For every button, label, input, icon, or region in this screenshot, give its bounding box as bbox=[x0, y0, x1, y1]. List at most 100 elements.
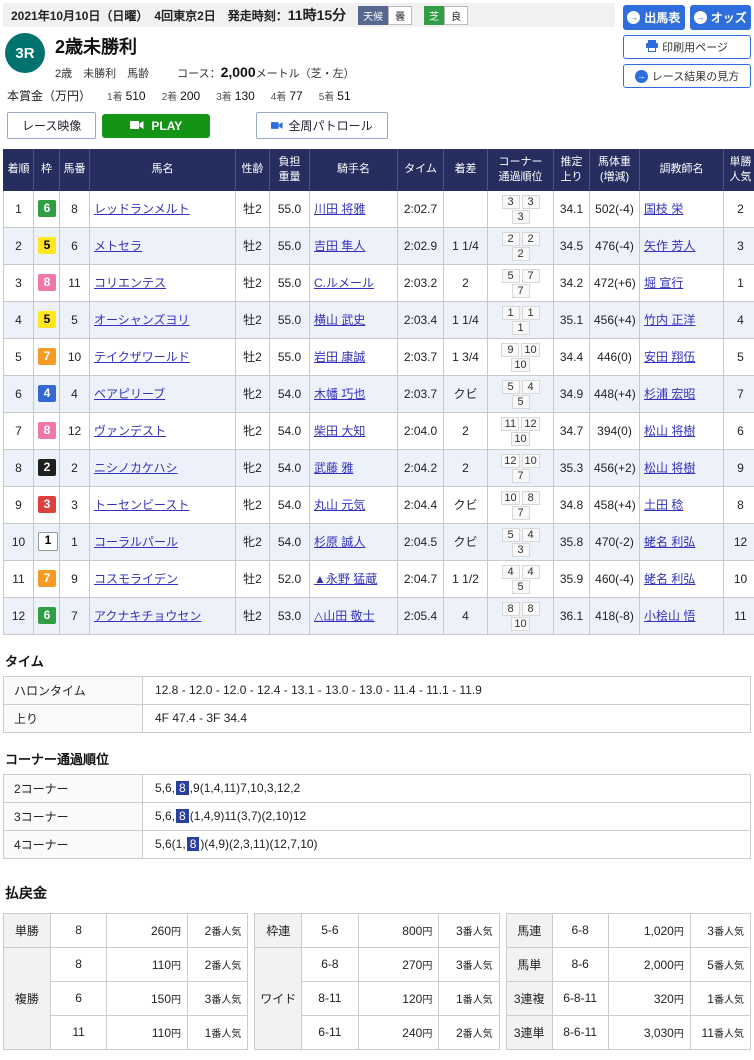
carried-weight: 54.0 bbox=[270, 486, 310, 523]
column-header: 騎手名 bbox=[310, 150, 398, 191]
payout-popularity: 2番人気 bbox=[188, 947, 248, 981]
corner-3-order: 5,6,8(1,4,9)11(3,7)(2,10)12 bbox=[143, 802, 751, 830]
odds-button[interactable]: → オッズ bbox=[690, 5, 752, 30]
results-header-row: 着順枠馬番馬名性齢負担 重量騎手名タイム着差コーナー 通過順位推定 上り馬体重 … bbox=[4, 150, 754, 191]
jockey-link[interactable]: 横山 武史 bbox=[314, 313, 365, 327]
corner-position: 8 bbox=[502, 602, 520, 616]
horse-link[interactable]: テイクザワールド bbox=[94, 350, 190, 364]
horse-number: 9 bbox=[60, 560, 90, 597]
corner-4-label: 4コーナー bbox=[4, 830, 143, 858]
trainer-link[interactable]: 蛯名 利弘 bbox=[644, 572, 695, 586]
race-title: 2歳未勝利 bbox=[55, 33, 355, 59]
corner-positions: 545 bbox=[488, 375, 554, 412]
carried-weight: 55.0 bbox=[270, 190, 310, 227]
horse-link[interactable]: コーラルパール bbox=[94, 535, 178, 549]
margin: 2 bbox=[444, 412, 488, 449]
corner-position: 5 bbox=[502, 269, 520, 283]
horse-link[interactable]: ベアピリーブ bbox=[94, 387, 165, 401]
trainer-link[interactable]: 安田 翔伍 bbox=[644, 350, 695, 364]
corner-2-order: 5,6,8,9(1,4,11)7,10,3,12,2 bbox=[143, 774, 751, 802]
corner-position: 3 bbox=[502, 195, 520, 209]
horse-link[interactable]: アクナキチョウセン bbox=[94, 609, 201, 623]
win-favorite-rank: 1 bbox=[724, 264, 754, 301]
margin: 2 bbox=[444, 264, 488, 301]
patrol-video-button[interactable]: 全周パトロール bbox=[256, 112, 387, 139]
finish-time: 2:04.4 bbox=[398, 486, 444, 523]
result-row: 455オーシャンズヨリ牡255.0横山 武史2:03.41 1/411135.1… bbox=[4, 301, 754, 338]
horse-number: 4 bbox=[60, 375, 90, 412]
jockey-link[interactable]: 岩田 康誠 bbox=[314, 350, 365, 364]
trainer-link[interactable]: 堀 宣行 bbox=[644, 276, 683, 290]
horse-weight: 460(-4) bbox=[590, 560, 640, 597]
print-page-button[interactable]: 印刷用ページ bbox=[623, 35, 751, 59]
jockey-link[interactable]: ▲永野 猛蔵 bbox=[314, 572, 377, 586]
horse-weight: 502(-4) bbox=[590, 190, 640, 227]
corner-position: 10 bbox=[511, 432, 529, 446]
estimated-last-3f: 34.4 bbox=[554, 338, 590, 375]
bet-combination: 6-8 bbox=[302, 947, 358, 981]
bet-type-label: 馬単 bbox=[506, 947, 552, 981]
horse-link[interactable]: ヴァンデスト bbox=[94, 424, 166, 438]
jockey-link[interactable]: C.ルメール bbox=[314, 276, 374, 290]
jockey-link[interactable]: 杉原 誠人 bbox=[314, 535, 365, 549]
corner-positions: 91010 bbox=[488, 338, 554, 375]
finish-time: 2:04.5 bbox=[398, 523, 444, 560]
trainer-link[interactable]: 蛯名 利弘 bbox=[644, 535, 695, 549]
jockey-link[interactable]: 丸山 元気 bbox=[314, 498, 365, 512]
payout-amount: 120円 bbox=[358, 981, 439, 1015]
trainer-link[interactable]: 土田 稔 bbox=[644, 498, 683, 512]
carried-weight: 54.0 bbox=[270, 375, 310, 412]
horse-link[interactable]: レッドランメルト bbox=[94, 202, 190, 216]
race-result-page: 2021年10月10日（日曜） 4回東京2日 発走時刻：11時15分 天候 曇 … bbox=[0, 0, 754, 1060]
trainer-link[interactable]: 国枝 栄 bbox=[644, 202, 683, 216]
payout-amount: 3,030円 bbox=[608, 1015, 690, 1049]
race-video-button[interactable]: レース映像 bbox=[7, 112, 96, 139]
turf-value: 良 bbox=[444, 6, 468, 25]
payout-amount: 150円 bbox=[107, 981, 188, 1015]
frame-number-badge: 4 bbox=[38, 385, 56, 402]
horse-link[interactable]: メトセラ bbox=[94, 239, 142, 253]
trainer-link[interactable]: 松山 将樹 bbox=[644, 461, 695, 475]
jockey-link[interactable]: 吉田 隼人 bbox=[314, 239, 365, 253]
corner-position: 2 bbox=[512, 247, 530, 261]
payout-popularity: 1番人気 bbox=[439, 981, 499, 1015]
carried-weight: 55.0 bbox=[270, 264, 310, 301]
results-guide-button[interactable]: → レース結果の見方 bbox=[623, 64, 751, 88]
jockey-link[interactable]: △山田 敬士 bbox=[314, 609, 375, 623]
corner-position: 10 bbox=[511, 358, 529, 372]
jockey-link[interactable]: 川田 将雅 bbox=[314, 202, 365, 216]
trainer-link[interactable]: 小桧山 悟 bbox=[644, 609, 695, 623]
column-header: コーナー 通過順位 bbox=[488, 150, 554, 191]
carried-weight: 54.0 bbox=[270, 523, 310, 560]
entries-button[interactable]: → 出馬表 bbox=[623, 5, 685, 30]
furlong-time-row: ハロンタイム 12.8 - 12.0 - 12.0 - 12.4 - 13.1 … bbox=[4, 676, 751, 704]
horse-link[interactable]: トーセンビースト bbox=[94, 498, 189, 512]
horse-link[interactable]: オーシャンズヨリ bbox=[94, 313, 190, 327]
trainer-link[interactable]: 矢作 芳人 bbox=[644, 239, 695, 253]
race-date: 2021年10月10日（日曜） 4回東京2日 bbox=[11, 7, 216, 24]
furlong-time-value: 12.8 - 12.0 - 12.0 - 12.4 - 13.1 - 13.0 … bbox=[143, 676, 751, 704]
jockey-link[interactable]: 柴田 大知 bbox=[314, 424, 365, 438]
corner-4-row: 4コーナー 5,6(1,8)(4,9)(2,3,11)(12,7,10) bbox=[4, 830, 751, 858]
jockey-link[interactable]: 武藤 雅 bbox=[314, 461, 353, 475]
horse-link[interactable]: コスモライデン bbox=[94, 572, 178, 586]
corner-position: 11 bbox=[501, 417, 519, 431]
payout-row: 馬単8-62,000円5番人気 bbox=[506, 947, 750, 981]
trainer-link[interactable]: 松山 将樹 bbox=[644, 424, 695, 438]
horse-link[interactable]: ニシノカケハシ bbox=[94, 461, 178, 475]
jockey-link[interactable]: 木幡 巧也 bbox=[314, 387, 365, 401]
column-header: 性齢 bbox=[236, 150, 270, 191]
corner-position: 8 bbox=[522, 491, 540, 505]
column-header: 単勝 人気 bbox=[724, 150, 754, 191]
trainer-link[interactable]: 竹内 正洋 bbox=[644, 313, 695, 327]
winner-horse-number-highlight: 8 bbox=[176, 809, 189, 823]
horse-weight: 476(-4) bbox=[590, 227, 640, 264]
video-camera-icon bbox=[271, 119, 283, 133]
play-button[interactable]: PLAY bbox=[102, 114, 210, 138]
result-row: 933トーセンビースト牝254.0丸山 元気2:04.4クビ108734.845… bbox=[4, 486, 754, 523]
horse-link[interactable]: コリエンテス bbox=[94, 276, 166, 290]
win-favorite-rank: 3 bbox=[724, 227, 754, 264]
trainer-link[interactable]: 杉浦 宏昭 bbox=[644, 387, 695, 401]
last-furlongs-label: 上り bbox=[4, 704, 143, 732]
prize-2nd: 2着200 bbox=[162, 88, 201, 103]
